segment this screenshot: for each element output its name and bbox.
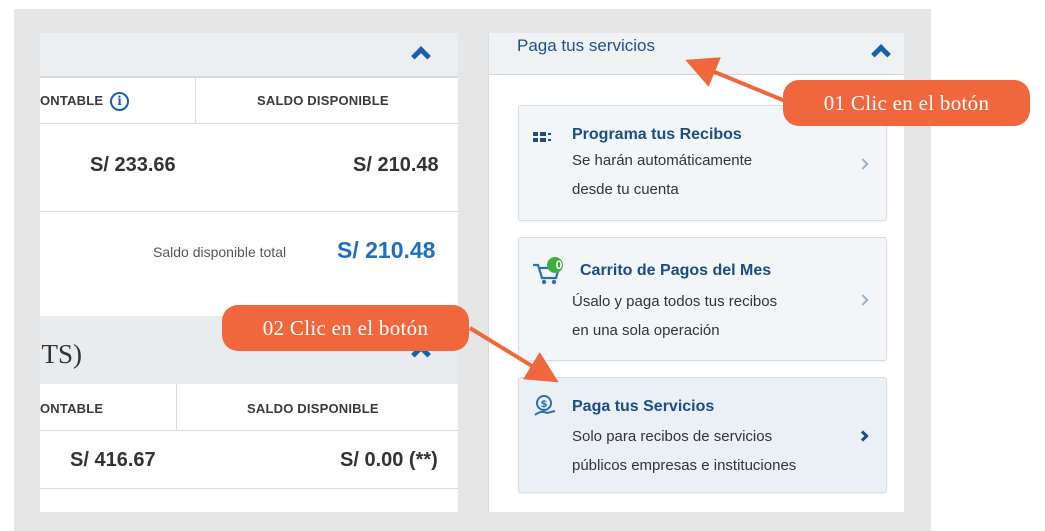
arrow-to-paga-servicios xyxy=(468,326,559,383)
arrow-to-services-header xyxy=(685,57,791,105)
callout-step1: 01 Clic en el botón xyxy=(783,80,1030,126)
callout-step2: 02 Clic en el botón xyxy=(222,305,469,351)
